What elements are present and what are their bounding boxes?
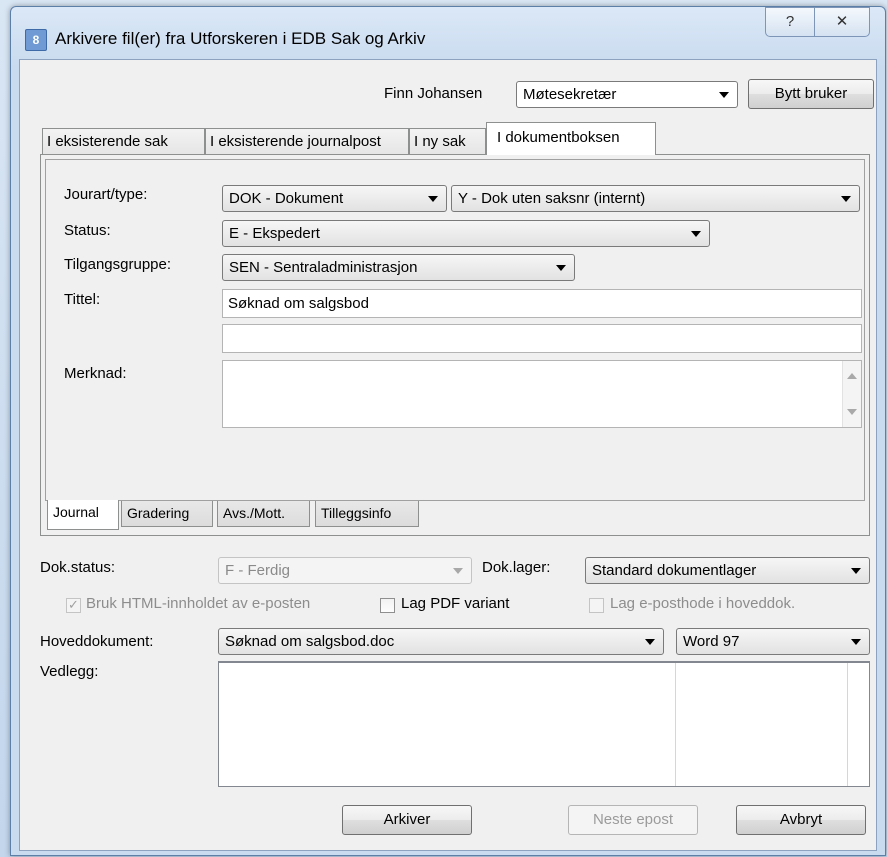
chevron-down-icon [851,568,861,574]
merknad-label: Merknad: [64,365,127,382]
format-dropdown[interactable]: Word 97 [676,628,870,655]
type-value: Y - Dok uten saksnr (internt) [458,190,646,207]
status-label: Status: [64,222,111,239]
tittel-label: Tittel: [64,291,101,308]
user-name: Finn Johansen [384,85,483,102]
role-dropdown[interactable]: Møtesekretær [516,81,738,108]
dok-status-label: Dok.status: [40,559,116,576]
journal-panel: Jourart/type: DOK - Dokument Y - Dok ute… [45,159,865,501]
tab-tilleggsinfo[interactable]: Tilleggsinfo [315,501,419,527]
scroll-down-icon[interactable] [847,409,857,415]
html-checkbox: ✓ [66,598,81,613]
jourart-label: Jourart/type: [64,186,148,203]
chevron-down-icon [719,92,729,98]
close-button[interactable]: ✕ [814,7,870,37]
role-value: Møtesekretær [523,86,617,103]
chevron-down-icon [556,265,566,271]
column-divider [847,663,848,786]
tab-dokumentboksen[interactable]: I dokumentboksen [486,122,656,155]
tab-journal[interactable]: Journal [47,500,119,530]
dok-lager-value: Standard dokumentlager [592,562,757,579]
dok-lager-dropdown[interactable]: Standard dokumentlager [585,557,870,584]
status-value: E - Ekspedert [229,225,320,242]
dok-status-value: F - Ferdig [225,562,291,579]
chevron-down-icon [691,231,701,237]
tilgang-value: SEN - Sentraladministrasjon [229,259,418,276]
tilgang-label: Tilgangsgruppe: [64,256,172,273]
chevron-down-icon [851,639,861,645]
dialog-window: 8 Arkivere fil(er) fra Utforskeren i EDB… [10,6,886,856]
jourart-value: DOK - Dokument [229,190,344,207]
vedlegg-listbox[interactable] [218,661,870,787]
tab-ny-sak[interactable]: I ny sak [409,128,486,155]
scroll-up-icon[interactable] [847,373,857,379]
vedlegg-label: Vedlegg: [40,663,99,680]
window-title: Arkivere fil(er) fra Utforskeren i EDB S… [55,29,426,48]
tab-eksisterende-journalpost[interactable]: I eksisterende journalpost [205,128,409,155]
tilgang-dropdown[interactable]: SEN - Sentraladministrasjon [222,254,575,281]
app-icon: 8 [25,29,47,51]
neste-epost-button: Neste epost [568,805,698,835]
tab-avs-mott[interactable]: Avs./Mott. [217,501,310,527]
avbryt-button[interactable]: Avbryt [736,805,866,835]
column-divider [675,663,676,786]
chevron-down-icon [645,639,655,645]
hoveddokument-value: Søknad om salgsbod.doc [225,633,395,650]
merknad-scrollbar[interactable] [842,361,861,427]
dok-status-dropdown: F - Ferdig [218,557,472,584]
tittel-value: Søknad om salgsbod [228,295,369,312]
tab-eksisterende-sak[interactable]: I eksisterende sak [42,128,205,155]
tab-gradering[interactable]: Gradering [121,501,213,527]
html-checkbox-label: Bruk HTML-innholdet av e-posten [86,595,311,612]
header-checkbox [589,598,604,613]
chevron-down-icon [453,568,463,574]
switch-user-button[interactable]: Bytt bruker [748,79,874,109]
pdf-checkbox-label[interactable]: Lag PDF variant [401,595,509,612]
format-value: Word 97 [683,633,740,650]
dok-lager-label: Dok.lager: [482,559,551,576]
pdf-checkbox[interactable] [380,598,395,613]
hoveddokument-label: Hoveddokument: [40,633,154,650]
help-button[interactable]: ? [765,7,815,37]
hoveddokument-dropdown[interactable]: Søknad om salgsbod.doc [218,628,664,655]
merknad-textarea[interactable] [222,360,862,428]
title-bar[interactable]: 8 Arkivere fil(er) fra Utforskeren i EDB… [11,7,885,63]
tittel2-input[interactable] [222,324,862,353]
tittel-input[interactable]: Søknad om salgsbod [222,289,862,318]
status-dropdown[interactable]: E - Ekspedert [222,220,710,247]
chevron-down-icon [428,196,438,202]
type-dropdown[interactable]: Y - Dok uten saksnr (internt) [451,185,860,212]
dialog-client-area: Finn Johansen Møtesekretær Bytt bruker I… [19,59,877,851]
chevron-down-icon [841,196,851,202]
jourart-dropdown[interactable]: DOK - Dokument [222,185,447,212]
tab-panel: Jourart/type: DOK - Dokument Y - Dok ute… [40,154,870,536]
header-checkbox-label: Lag e-posthode i hoveddok. [610,595,796,612]
arkiver-button[interactable]: Arkiver [342,805,472,835]
